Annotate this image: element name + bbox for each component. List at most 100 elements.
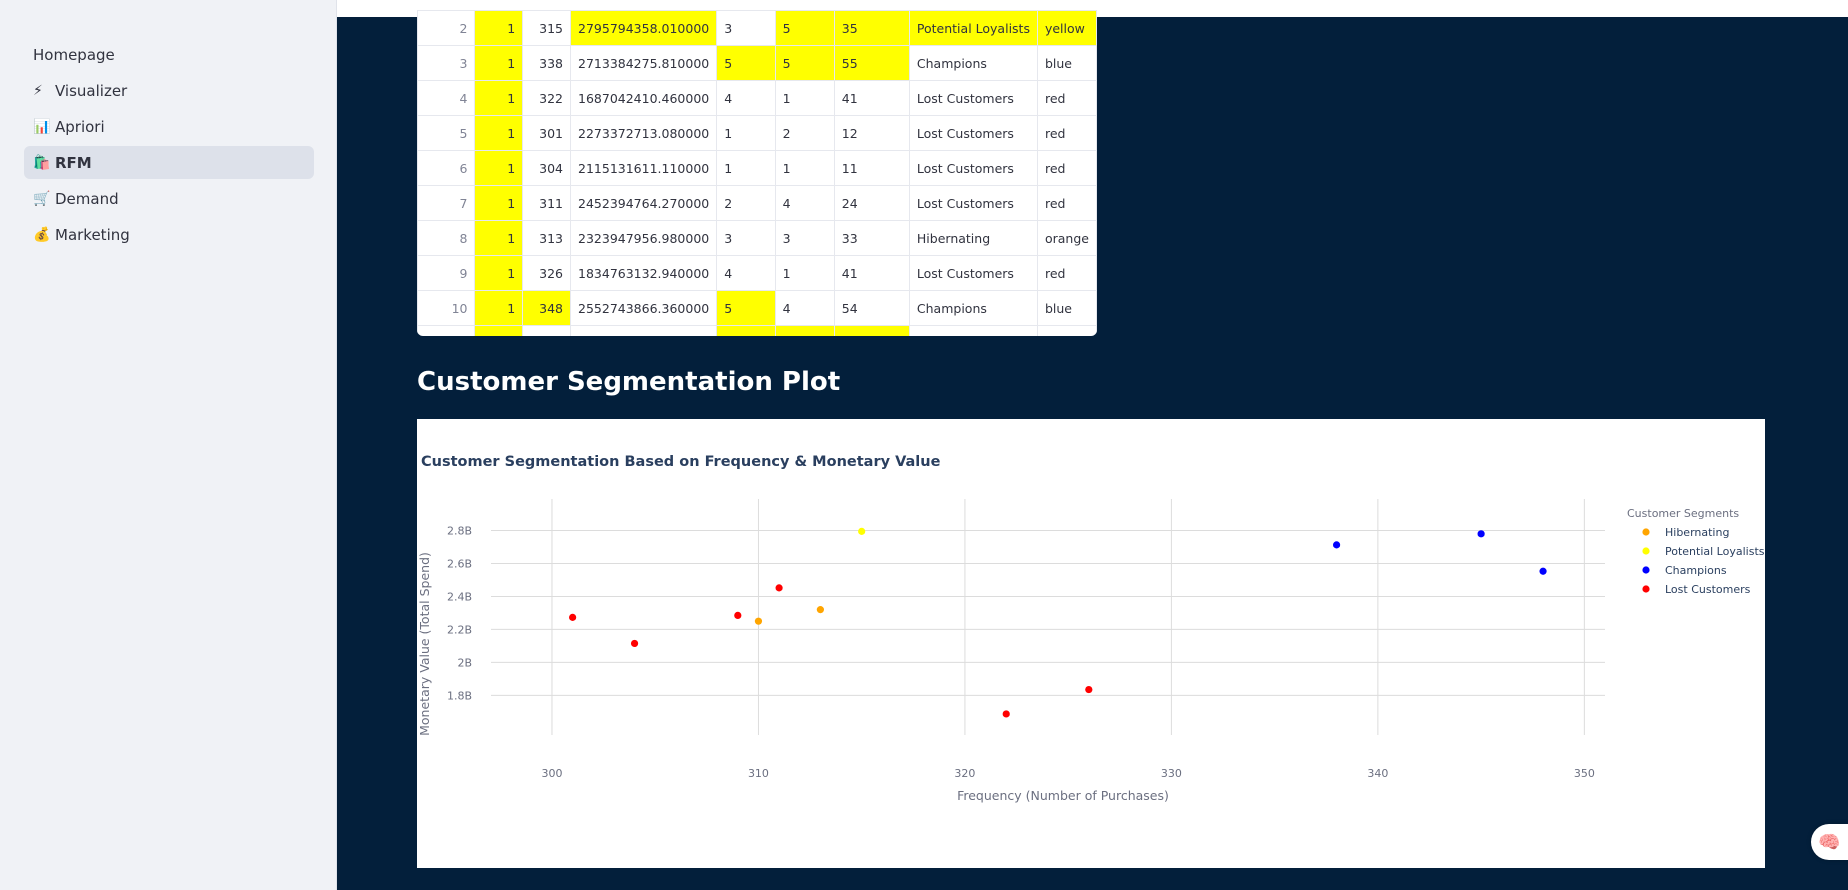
table-cell[interactable]: 5 [716, 290, 776, 326]
table-cell[interactable]: 11 [833, 150, 910, 186]
table-cell[interactable]: Champions [908, 290, 1038, 326]
table-row[interactable]: 10 1 348 2552743866.360000 5 4 54 Champions blue [417, 290, 1097, 326]
table-cell[interactable]: 2 [716, 185, 776, 221]
table-cell[interactable]: Lost Customers [908, 115, 1038, 151]
row-index[interactable]: 3 [417, 45, 476, 81]
table-cell[interactable]: 2552743866.360000 [570, 290, 718, 326]
table-cell[interactable]: red [1036, 150, 1097, 186]
table-cell[interactable]: 2 [774, 115, 835, 151]
table-cell[interactable]: 313 [522, 220, 572, 256]
table-cell[interactable]: 1 [474, 115, 524, 151]
table-cell[interactable]: orange [1036, 220, 1097, 256]
table-cell[interactable] [908, 325, 1038, 336]
table-row[interactable]: 9 1 326 1834763132.940000 4 1 41 Lost Customers… [417, 255, 1097, 291]
table-cell[interactable]: 2273372713.080000 [570, 115, 718, 151]
table-cell[interactable] [570, 325, 718, 336]
table-cell[interactable]: 311 [522, 185, 572, 221]
sidebar-item-marketing[interactable]: 💰 Marketing [24, 218, 314, 251]
table-cell[interactable]: 4 [774, 185, 835, 221]
sidebar-item-rfm[interactable]: 🛍️ RFM [24, 146, 314, 179]
table-cell[interactable]: 5 [774, 10, 835, 46]
table-cell[interactable]: 2795794358.010000 [570, 10, 718, 46]
table-cell[interactable] [716, 325, 776, 336]
table-cell[interactable]: 5 [774, 45, 835, 81]
table-cell[interactable] [474, 325, 524, 336]
table-cell[interactable]: red [1036, 185, 1097, 221]
table-cell[interactable]: Hibernating [908, 220, 1038, 256]
table-cell[interactable]: 348 [522, 290, 572, 326]
table-cell[interactable]: 1 [716, 150, 776, 186]
table-cell[interactable]: 1 [474, 185, 524, 221]
table-cell[interactable]: 2323947956.980000 [570, 220, 718, 256]
table-cell[interactable] [833, 325, 910, 336]
table-cell[interactable]: 1 [716, 115, 776, 151]
table-cell[interactable]: 1 [474, 10, 524, 46]
table-cell[interactable]: 1 [774, 150, 835, 186]
table-cell[interactable]: Lost Customers [908, 150, 1038, 186]
table-cell[interactable]: 1 [474, 150, 524, 186]
table-cell[interactable]: 12 [833, 115, 910, 151]
table-row[interactable] [417, 325, 1097, 336]
table-cell[interactable]: 1 [474, 45, 524, 81]
table-cell[interactable] [1036, 325, 1097, 336]
sidebar-item-apriori[interactable]: 📊 Apriori [24, 110, 314, 143]
table-cell[interactable] [774, 325, 835, 336]
table-cell[interactable]: 2115131611.110000 [570, 150, 718, 186]
table-cell[interactable]: 1 [474, 255, 524, 291]
table-cell[interactable]: yellow [1036, 10, 1097, 46]
table-cell[interactable]: 2452394764.270000 [570, 185, 718, 221]
table-cell[interactable] [522, 325, 572, 336]
table-row[interactable]: 8 1 313 2323947956.980000 3 3 33 Hibernating ora… [417, 220, 1097, 256]
table-cell[interactable]: red [1036, 115, 1097, 151]
row-index[interactable]: 10 [417, 290, 476, 326]
table-cell[interactable]: Lost Customers [908, 185, 1038, 221]
table-row[interactable]: 4 1 322 1687042410.460000 4 1 41 Lost Customers… [417, 80, 1097, 116]
row-index[interactable]: 7 [417, 185, 476, 221]
table-cell[interactable]: Lost Customers [908, 255, 1038, 291]
sidebar-item-demand[interactable]: 🛒 Demand [24, 182, 314, 215]
table-cell[interactable]: 4 [716, 80, 776, 116]
row-index[interactable]: 9 [417, 255, 476, 291]
table-cell[interactable]: 2713384275.810000 [570, 45, 718, 81]
row-index[interactable]: 2 [417, 10, 476, 46]
table-cell[interactable]: 1 [774, 80, 835, 116]
table-cell[interactable]: 1 [474, 80, 524, 116]
table-cell[interactable]: Potential Loyalists [908, 10, 1038, 46]
rfm-table[interactable]: 2 1 315 2795794358.010000 3 5 35 Potential Loya… [417, 10, 1097, 336]
table-cell[interactable]: 1 [474, 290, 524, 326]
sidebar-item-homepage[interactable]: Homepage [24, 38, 314, 71]
table-cell[interactable]: 315 [522, 10, 572, 46]
table-row[interactable]: 2 1 315 2795794358.010000 3 5 35 Potential Loya… [417, 10, 1097, 46]
table-cell[interactable]: 4 [774, 290, 835, 326]
table-cell[interactable]: 41 [833, 255, 910, 291]
row-index[interactable]: 4 [417, 80, 476, 116]
table-cell[interactable]: 1 [474, 220, 524, 256]
table-cell[interactable]: 1 [774, 255, 835, 291]
table-row[interactable]: 5 1 301 2273372713.080000 1 2 12 Lost Customers… [417, 115, 1097, 151]
sidebar-item-visualizer[interactable]: ⚡ Visualizer [24, 74, 314, 107]
table-cell[interactable]: 5 [716, 45, 776, 81]
table-cell[interactable]: 322 [522, 80, 572, 116]
table-cell[interactable]: 3 [716, 10, 776, 46]
table-cell[interactable]: 35 [833, 10, 910, 46]
table-cell[interactable]: 301 [522, 115, 572, 151]
row-index[interactable]: 6 [417, 150, 476, 186]
table-cell[interactable]: 326 [522, 255, 572, 291]
table-row[interactable]: 3 1 338 2713384275.810000 5 5 55 Champions blue [417, 45, 1097, 81]
row-index[interactable]: 8 [417, 220, 476, 256]
table-cell[interactable]: 55 [833, 45, 910, 81]
table-cell[interactable]: 1687042410.460000 [570, 80, 718, 116]
table-row[interactable]: 7 1 311 2452394764.270000 2 4 24 Lost Customers… [417, 185, 1097, 221]
table-cell[interactable]: 41 [833, 80, 910, 116]
chart-card[interactable]: Customer Segmentation Based on Frequency… [417, 419, 1765, 868]
table-cell[interactable]: 3 [716, 220, 776, 256]
table-cell[interactable]: 4 [716, 255, 776, 291]
table-cell[interactable]: 338 [522, 45, 572, 81]
table-cell[interactable]: blue [1036, 45, 1097, 81]
table-cell[interactable]: Champions [908, 45, 1038, 81]
table-cell[interactable]: blue [1036, 290, 1097, 326]
table-cell[interactable]: 304 [522, 150, 572, 186]
table-cell[interactable]: Lost Customers [908, 80, 1038, 116]
row-index[interactable] [417, 325, 476, 336]
table-row[interactable]: 6 1 304 2115131611.110000 1 1 11 Lost Customers… [417, 150, 1097, 186]
